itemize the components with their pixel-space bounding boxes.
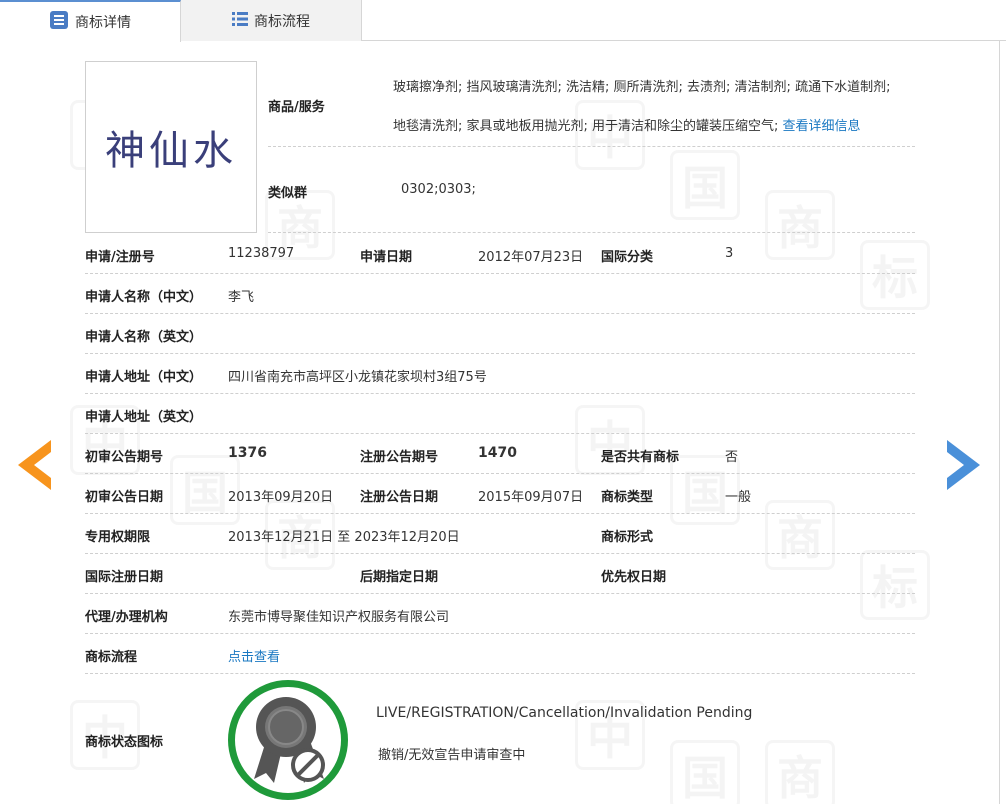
watermark-mark: 商 (765, 740, 835, 804)
divider (85, 433, 915, 434)
applicant-en-label: 申请人名称（英文） (85, 330, 203, 345)
exclusive-value: 2013年12月21日 至 2023年12月20日 (228, 530, 460, 545)
watermark-mark: 商 (765, 500, 835, 570)
goods-line-2: 地毯清洗剂; 家具或地板用抛光剂; 用于清洁和除尘的罐装压缩空气; 查看详细信息 (393, 115, 933, 134)
prelim-issue-value: 1376 (228, 445, 267, 461)
tab-label: 商标流程 (254, 13, 310, 30)
exclusive-label: 专用权期限 (85, 530, 151, 545)
panel-border (999, 41, 1000, 804)
next-arrow-button[interactable] (946, 440, 980, 490)
watermark-mark: 标 (860, 240, 930, 310)
status-icon-label: 商标状态图标 (85, 735, 164, 750)
goods-line-2-text: 地毯清洗剂; 家具或地板用抛光剂; 用于清洁和除尘的罐装压缩空气; (393, 119, 779, 134)
agent-label: 代理/办理机构 (85, 610, 168, 625)
watermark-mark: 标 (860, 550, 930, 620)
arrow-left-icon (18, 440, 51, 490)
reg-issue-value: 1470 (478, 445, 517, 461)
status-text-en: LIVE/REGISTRATION/Cancellation/Invalidat… (376, 705, 753, 721)
status-text-cn: 撤销/无效宣告申请审查中 (378, 748, 526, 763)
divider (85, 353, 915, 354)
divider (268, 146, 915, 147)
trademark-image: 神仙水 (85, 61, 257, 233)
goods-line-1: 玻璃擦净剂; 挡风玻璃清洗剂; 洗洁精; 厕所清洗剂; 去渍剂; 清洁制剂; 疏… (393, 80, 891, 95)
tm-form-label: 商标形式 (601, 530, 654, 545)
intl-class-label: 国际分类 (601, 250, 654, 265)
applicant-cn-label: 申请人名称（中文） (85, 290, 203, 305)
agent-value: 东莞市博导聚佳知识产权服务有限公司 (228, 610, 450, 625)
watermark-mark: 国 (670, 740, 740, 804)
address-cn-value: 四川省南充市高坪区小龙镇花家坝村3组75号 (228, 370, 487, 385)
prelim-issue-label: 初审公告期号 (85, 450, 164, 465)
app-date-label: 申请日期 (360, 250, 413, 265)
divider (85, 273, 915, 274)
goods-label: 商品/服务 (268, 100, 325, 115)
divider (85, 553, 915, 554)
divider (85, 473, 915, 474)
tab-trademark-flow[interactable]: 商标流程 (181, 0, 362, 41)
list-doc-icon (49, 10, 69, 34)
prelim-date-label: 初审公告日期 (85, 490, 164, 505)
shared-value: 否 (725, 450, 739, 465)
trademark-image-text: 神仙水 (105, 128, 237, 174)
intl-class-value: 3 (725, 246, 734, 261)
app-date-value: 2012年07月23日 (478, 250, 584, 265)
watermark-mark: 商 (765, 190, 835, 260)
applicant-cn-value: 李飞 (228, 290, 255, 305)
reg-date-label: 注册公告日期 (360, 490, 439, 505)
divider (85, 633, 915, 634)
later-date-label: 后期指定日期 (360, 570, 439, 585)
tab-trademark-detail[interactable]: 商标详情 (0, 0, 181, 42)
view-detail-link[interactable]: 查看详细信息 (783, 119, 861, 134)
divider (268, 232, 915, 233)
tab-label: 商标详情 (75, 15, 131, 31)
address-en-label: 申请人地址（英文） (85, 410, 203, 425)
tab-bar: 商标详情 商标流程 (0, 0, 1006, 42)
reg-no-value: 11238797 (228, 246, 295, 261)
divider (85, 513, 915, 514)
intl-reg-date-label: 国际注册日期 (85, 570, 164, 585)
prelim-date-value: 2013年09月20日 (228, 490, 334, 505)
flow-view-link[interactable]: 点击查看 (228, 646, 280, 665)
similar-group-label: 类似群 (268, 186, 308, 201)
award-ribbon-blocked-icon (254, 697, 325, 783)
list-icon (232, 11, 248, 30)
priority-date-label: 优先权日期 (601, 570, 667, 585)
divider (85, 393, 915, 394)
reg-date-value: 2015年09月07日 (478, 490, 584, 505)
prev-arrow-button[interactable] (18, 440, 52, 490)
shared-label: 是否共有商标 (601, 450, 680, 465)
divider (85, 593, 915, 594)
watermark-mark: 国 (670, 150, 740, 220)
arrow-right-icon (947, 440, 980, 490)
divider (85, 673, 915, 674)
similar-group-value: 0302;0303; (401, 182, 476, 197)
address-cn-label: 申请人地址（中文） (85, 370, 203, 385)
reg-no-label: 申请/注册号 (85, 250, 155, 265)
divider (85, 313, 915, 314)
watermark-mark: 中 (575, 100, 645, 170)
reg-issue-label: 注册公告期号 (360, 450, 439, 465)
status-badge (228, 680, 348, 800)
tm-type-value: 一般 (725, 490, 752, 505)
tm-type-label: 商标类型 (601, 490, 654, 505)
flow-label: 商标流程 (85, 650, 138, 665)
